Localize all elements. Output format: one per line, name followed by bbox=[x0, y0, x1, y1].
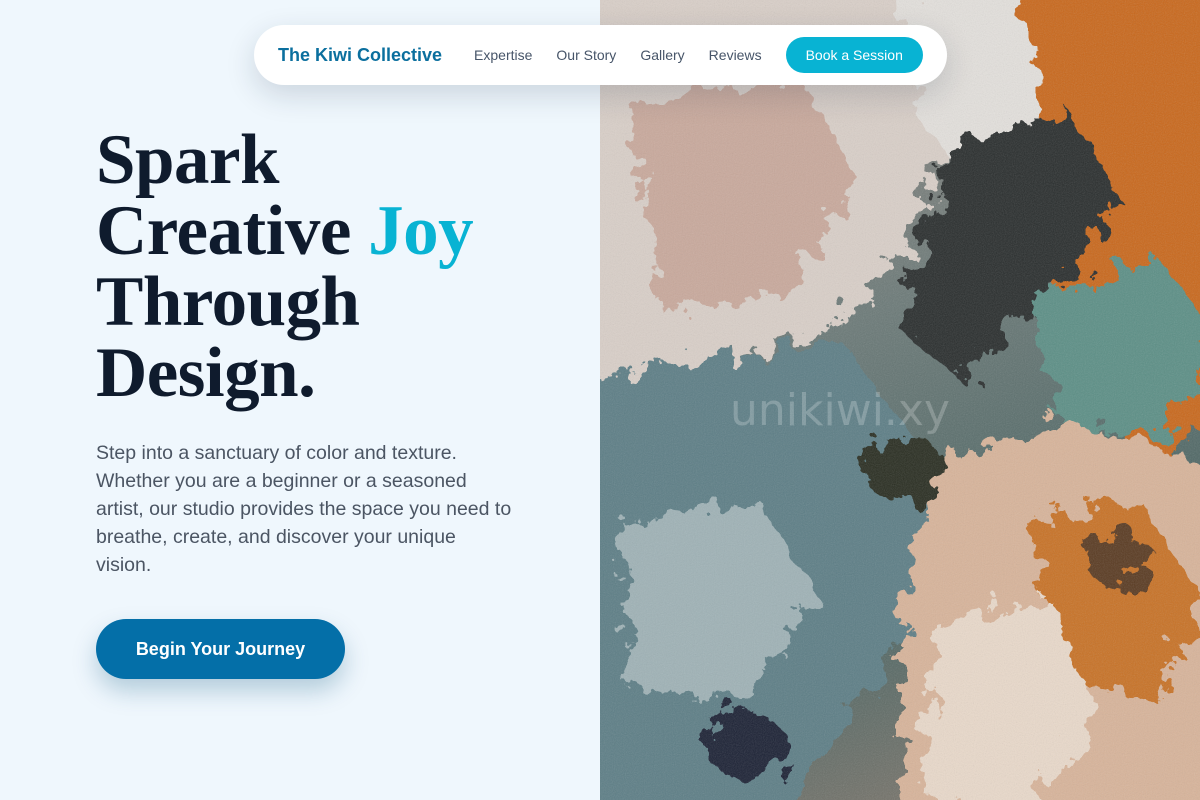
hero-headline: Spark Creative Joy Through Design. bbox=[96, 125, 556, 409]
hero-description: Step into a sanctuary of color and textu… bbox=[96, 442, 512, 576]
nav-links: Expertise Our Story Gallery Reviews bbox=[474, 47, 762, 63]
headline-line-2: Creative Joy bbox=[96, 196, 556, 267]
headline-accent-joy: Joy bbox=[368, 192, 474, 270]
nav-link-expertise[interactable]: Expertise bbox=[474, 47, 532, 63]
headline-line-1: Spark bbox=[96, 121, 279, 199]
headline-line-3: Through bbox=[96, 263, 360, 341]
nav-link-gallery[interactable]: Gallery bbox=[640, 47, 684, 63]
begin-journey-button[interactable]: Begin Your Journey bbox=[96, 619, 345, 679]
painting-artwork: unikiwi.xy bbox=[600, 0, 1200, 800]
nav-link-our-story[interactable]: Our Story bbox=[556, 47, 616, 63]
brand-logo-text[interactable]: The Kiwi Collective bbox=[278, 45, 442, 66]
watermark-text: unikiwi.xy bbox=[730, 385, 950, 436]
nav-link-reviews[interactable]: Reviews bbox=[709, 47, 762, 63]
top-navigation-bar: The Kiwi Collective Expertise Our Story … bbox=[254, 25, 947, 85]
headline-line-4: Design. bbox=[96, 334, 316, 412]
headline-creative: Creative bbox=[96, 192, 369, 270]
hero-painting-image: unikiwi.xy bbox=[600, 0, 1200, 800]
book-session-button[interactable]: Book a Session bbox=[785, 37, 923, 73]
hero-section: Spark Creative Joy Through Design. Step … bbox=[96, 125, 556, 679]
